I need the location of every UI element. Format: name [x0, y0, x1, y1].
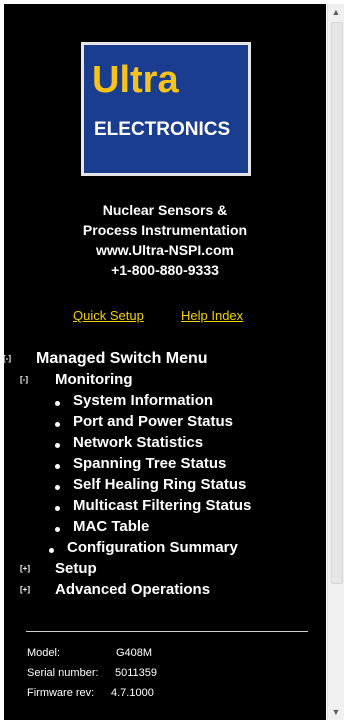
scroll-up-icon[interactable]: ▲ [328, 4, 344, 20]
bullet-icon [55, 401, 60, 406]
bullet-icon [55, 506, 60, 511]
bullet-icon [55, 464, 60, 469]
scroll-down-icon[interactable]: ▼ [328, 704, 344, 720]
browser-frame: Ultra ELECTRONICS Nuclear Sensors & Proc… [0, 0, 344, 722]
model-value: G408M [116, 647, 153, 659]
navigation-panel: Ultra ELECTRONICS Nuclear Sensors & Proc… [4, 4, 326, 720]
help-index-link[interactable]: Help Index [181, 308, 243, 323]
bullet-icon [55, 485, 60, 490]
serial-number-label: Serial number: [27, 667, 99, 679]
expand-toggle-advanced-operations[interactable]: [+] [20, 585, 30, 594]
footer-divider [26, 631, 308, 632]
logo-text-ultra: Ultra [92, 59, 179, 101]
menu-item-monitoring[interactable]: Monitoring [55, 371, 132, 388]
bullet-icon [55, 422, 60, 427]
menu-item-mac-table[interactable]: MAC Table [73, 518, 149, 535]
company-line-2: Process Instrumentation [82, 222, 248, 238]
menu-item-network-statistics[interactable]: Network Statistics [73, 434, 203, 451]
collapse-toggle-root[interactable]: [-] [4, 354, 11, 363]
scroll-thumb[interactable] [331, 22, 343, 584]
vertical-scrollbar[interactable]: ▲ ▼ [327, 4, 344, 720]
menu-item-system-information[interactable]: System Information [73, 392, 213, 409]
menu-item-managed-switch-menu[interactable]: Managed Switch Menu [36, 350, 208, 368]
model-label: Model: [27, 647, 61, 659]
bullet-icon [55, 443, 60, 448]
company-info: Nuclear Sensors & Process Instrumentatio… [4, 200, 326, 280]
menu-item-multicast-filtering-status[interactable]: Multicast Filtering Status [73, 497, 251, 514]
menu-item-self-healing-ring-status[interactable]: Self Healing Ring Status [73, 476, 246, 493]
company-line-1: Nuclear Sensors & [102, 202, 228, 218]
serial-number-value: 5011359 [115, 667, 158, 679]
logo-text-electronics: ELECTRONICS [94, 119, 231, 140]
company-phone: +1-800-880-9333 [111, 262, 219, 278]
menu-item-spanning-tree-status[interactable]: Spanning Tree Status [73, 455, 226, 472]
menu-item-configuration-summary[interactable]: Configuration Summary [67, 539, 238, 556]
expand-toggle-setup[interactable]: [+] [20, 564, 30, 573]
menu-item-setup[interactable]: Setup [55, 560, 97, 577]
quick-links: Quick Setup Help Index [4, 308, 326, 328]
menu-item-advanced-operations[interactable]: Advanced Operations [55, 581, 210, 598]
menu-item-port-and-power-status[interactable]: Port and Power Status [73, 413, 233, 430]
firmware-rev-value: 4.7.1000 [111, 687, 154, 699]
quick-setup-link[interactable]: Quick Setup [73, 308, 144, 323]
ultra-electronics-logo: Ultra ELECTRONICS [81, 42, 251, 176]
company-website: www.Ultra-NSPI.com [96, 242, 234, 258]
bullet-icon [49, 548, 54, 553]
firmware-rev-label: Firmware rev: [27, 687, 95, 699]
collapse-toggle-monitoring[interactable]: [-] [20, 375, 28, 384]
bullet-icon [55, 527, 60, 532]
